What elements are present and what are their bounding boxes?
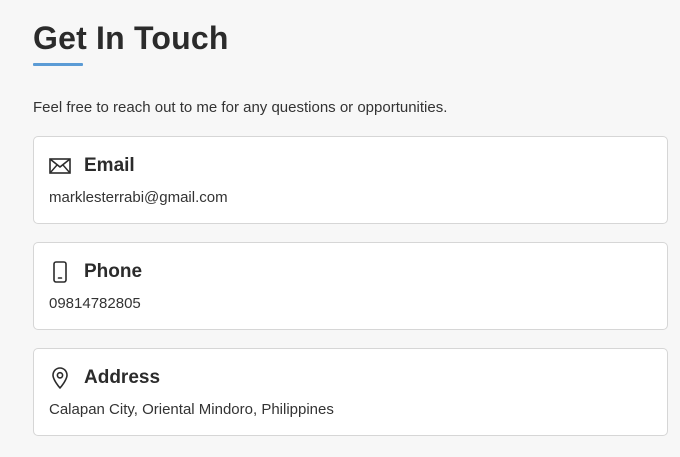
location-pin-icon bbox=[49, 367, 71, 389]
contact-section: Get In Touch Feel free to reach out to m… bbox=[0, 0, 680, 457]
envelope-icon bbox=[49, 155, 71, 177]
section-title: Get In Touch bbox=[33, 20, 229, 56]
address-card: Address Calapan City, Oriental Mindoro, … bbox=[33, 348, 668, 436]
email-label: Email bbox=[84, 155, 135, 176]
address-label: Address bbox=[84, 367, 161, 388]
section-intro: Feel free to reach out to me for any que… bbox=[33, 99, 448, 116]
phone-value[interactable]: 09814782805 bbox=[49, 293, 141, 315]
phone-card-header: Phone bbox=[49, 260, 142, 284]
email-value[interactable]: marklesterrabi@gmail.com bbox=[49, 187, 228, 209]
phone-label: Phone bbox=[84, 261, 143, 282]
title-underline bbox=[33, 63, 83, 66]
email-card: Email marklesterrabi@gmail.com bbox=[33, 136, 668, 224]
phone-card: Phone 09814782805 bbox=[33, 242, 668, 330]
phone-icon bbox=[49, 261, 71, 283]
address-value: Calapan City, Oriental Mindoro, Philippi… bbox=[49, 401, 334, 418]
email-card-header: Email bbox=[49, 154, 135, 178]
address-card-header: Address bbox=[49, 366, 160, 390]
